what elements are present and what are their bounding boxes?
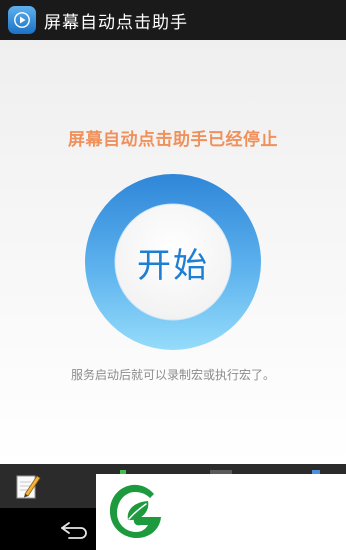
leaf-g-logo-icon: [109, 484, 161, 538]
edit-macro-button[interactable]: [12, 470, 44, 502]
start-button[interactable]: 开始: [84, 173, 262, 351]
service-status-text: 屏幕自动点击助手已经停止: [68, 130, 278, 150]
back-arrow-icon: [61, 522, 87, 539]
logo-overlay: [96, 474, 346, 550]
back-button[interactable]: [52, 516, 96, 544]
app-bar: 屏幕自动点击助手: [0, 0, 346, 40]
hint-text: 服务启动后就可以录制宏或执行宏了。: [70, 368, 275, 382]
main-panel: 屏幕自动点击助手已经停止 开始 服务启动后就可以录制宏或执行宏了。: [0, 40, 346, 464]
play-icon: [8, 6, 36, 34]
pencil-notepad-icon: [16, 475, 41, 499]
app-title: 屏幕自动点击助手: [44, 12, 188, 33]
